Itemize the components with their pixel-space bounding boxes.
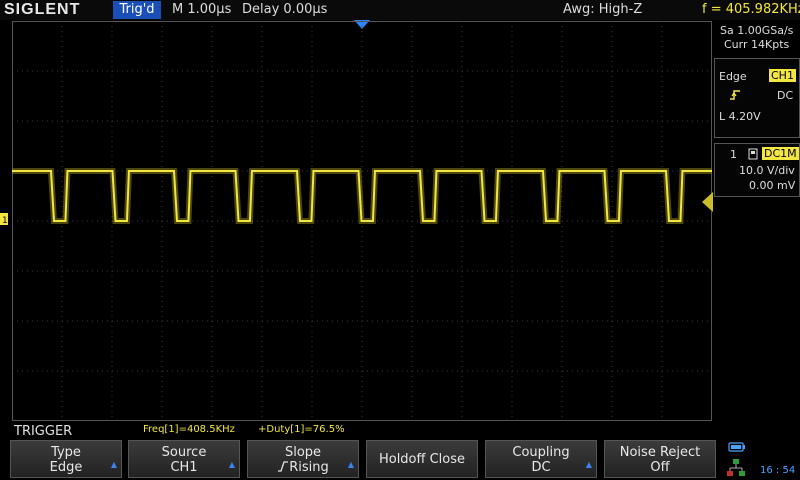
brand-logo: SIGLENT <box>4 1 81 18</box>
source-softkey[interactable]: Source CH1 ▲ <box>128 440 240 478</box>
softkey-label: Coupling <box>512 445 570 460</box>
noise-reject-softkey[interactable]: Noise Reject Off <box>604 440 716 478</box>
up-arrow-icon: ▲ <box>110 460 117 469</box>
delay-readout[interactable]: Delay 0.00μs <box>242 2 327 18</box>
trigger-source-badge: CH1 <box>769 69 796 82</box>
trigger-coupling-label: DC <box>777 89 794 102</box>
slope-softkey[interactable]: Slope Rising ▲ <box>247 440 359 478</box>
trigger-type-label: Edge <box>719 70 747 83</box>
softkey-label: Noise Reject <box>619 445 701 460</box>
channel-coupling-badge: DC1M <box>762 147 799 160</box>
battery-icon <box>728 442 745 452</box>
top-status-bar: SIGLENT Trig'd M 1.00μs Delay 0.00μs Awg… <box>0 0 800 20</box>
softkey-value: DC <box>531 460 551 475</box>
probe-icon <box>748 148 758 160</box>
vertical-scale-readout: 10.0 V/div <box>739 164 795 177</box>
measurement-frequency: Freq[1]=408.5KHz <box>143 424 235 435</box>
softkey-value: CH1 <box>170 460 198 475</box>
trigger-level-marker[interactable] <box>702 192 714 212</box>
coupling-softkey[interactable]: Coupling DC ▲ <box>485 440 597 478</box>
holdoff-softkey[interactable]: Holdoff Close <box>366 440 478 478</box>
trigger-info-panel[interactable]: Edge CH1 DC L 4.20V <box>714 58 800 138</box>
rising-edge-icon <box>278 461 289 472</box>
softkey-label: Holdoff Close <box>378 452 466 467</box>
clock-readout: 16 : 54 <box>760 465 796 476</box>
awg-readout: Awg: High-Z <box>563 2 643 17</box>
rising-edge-icon <box>730 90 740 100</box>
network-icon <box>727 459 745 476</box>
vertical-offset-readout: 0.00 mV <box>749 179 796 192</box>
up-arrow-icon: ▲ <box>347 460 354 469</box>
softkey-bar: Type Edge ▲ Source CH1 ▲ Slope Rising ▲ … <box>10 440 720 480</box>
ch1-offset-marker[interactable]: 1 <box>0 212 12 226</box>
channel1-info-panel[interactable]: 1 DC1M 10.0 V/div 0.00 mV <box>714 143 800 197</box>
softkey-value: Edge <box>49 460 83 475</box>
up-arrow-icon: ▲ <box>585 460 592 469</box>
frequency-counter: f = 405.982KHz <box>702 2 800 17</box>
softkey-value: Rising <box>289 460 329 475</box>
softkey-value: Off <box>650 460 670 475</box>
graticule <box>12 21 712 421</box>
measurement-duty: +Duty[1]=76.5% <box>258 424 345 435</box>
svg-text:1: 1 <box>2 216 8 226</box>
trigger-status-badge: Trig'd <box>113 1 161 19</box>
softkey-label: Type <box>51 445 81 460</box>
type-softkey[interactable]: Type Edge ▲ <box>10 440 122 478</box>
waveform-display[interactable] <box>12 21 712 421</box>
trigger-level-readout: L 4.20V <box>719 110 761 123</box>
menu-title: TRIGGER <box>14 424 73 439</box>
sample-rate-readout: Sa 1.00GSa/s <box>720 24 794 37</box>
softkey-label: Source <box>161 445 207 460</box>
softkey-label: Slope <box>284 445 322 460</box>
timebase-readout[interactable]: M 1.00μs <box>172 2 231 18</box>
channel-number: 1 <box>730 148 737 161</box>
up-arrow-icon: ▲ <box>228 460 235 469</box>
memory-depth-readout: Curr 14Kpts <box>724 38 790 51</box>
